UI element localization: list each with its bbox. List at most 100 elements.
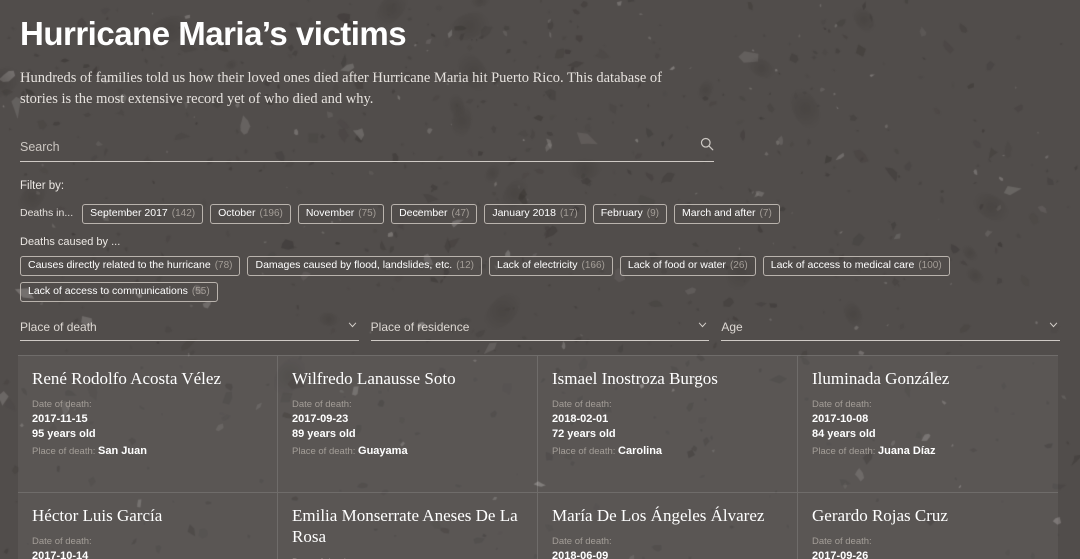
- date-of-death-value: 2018-02-01: [552, 412, 783, 427]
- victim-card[interactable]: Héctor Luis García Date of death: 2017-1…: [18, 493, 278, 559]
- chip-label: October: [218, 208, 255, 219]
- victim-card[interactable]: Wilfredo Lanausse Soto Date of death: 20…: [278, 356, 538, 493]
- deaths-in-label: Deaths in...: [20, 204, 75, 223]
- chip-count: (7): [760, 208, 772, 219]
- chip-september-2017[interactable]: September 2017 (142): [82, 204, 203, 224]
- victim-name: Héctor Luis García: [32, 505, 263, 526]
- filter-by-heading: Filter by:: [20, 180, 1060, 192]
- page-header: Hurricane Maria’s victims Hundreds of fa…: [0, 0, 1080, 110]
- place-of-death-label: Place of death:: [32, 446, 95, 457]
- place-of-death-label: Place of death:: [812, 446, 875, 457]
- select-place-of-residence[interactable]: Place of residence: [371, 320, 710, 341]
- chip-label: March and after: [682, 208, 756, 219]
- page-subtitle: Hundreds of families told us how their l…: [20, 68, 680, 110]
- chip-count: (55): [192, 286, 210, 297]
- place-of-death-row: Place of death: Carolina: [552, 443, 783, 460]
- chip-january-2018[interactable]: January 2018 (17): [484, 204, 585, 224]
- chip-november[interactable]: November (75): [298, 204, 384, 224]
- date-of-death-value: 2017-09-26: [812, 549, 1044, 559]
- place-of-death-row: Place of death: Guayama: [292, 443, 523, 460]
- month-filter-group: Deaths in... September 2017 (142) Octobe…: [20, 204, 1060, 224]
- select-value: Age: [721, 320, 1060, 334]
- chip-count: (17): [560, 208, 578, 219]
- chip-lack-of-electricity[interactable]: Lack of electricity (166): [489, 256, 613, 276]
- place-of-death-label: Place of death:: [292, 446, 355, 457]
- chip-count: (166): [582, 260, 605, 271]
- chip-count: (9): [647, 208, 659, 219]
- chip-label: Causes directly related to the hurricane: [28, 260, 211, 271]
- date-of-death-label: Date of death:: [812, 398, 1044, 412]
- place-of-death-label: Place of death:: [552, 446, 615, 457]
- chip-count: (12): [456, 260, 474, 271]
- chip-count: (78): [215, 260, 233, 271]
- chip-label: Lack of food or water: [628, 260, 726, 271]
- chevron-down-icon[interactable]: [348, 322, 357, 328]
- search-input[interactable]: [20, 140, 714, 154]
- date-of-death-value: 2018-06-09: [552, 549, 783, 559]
- chip-december[interactable]: December (47): [391, 204, 477, 224]
- select-value: Place of residence: [371, 320, 710, 334]
- date-of-death-label: Date of death:: [32, 398, 263, 412]
- victim-name: Iluminada González: [812, 368, 1044, 389]
- date-of-death-value: 2017-11-15: [32, 412, 263, 427]
- victim-card[interactable]: Ismael Inostroza Burgos Date of death: 2…: [538, 356, 798, 493]
- victim-card[interactable]: Gerardo Rojas Cruz Date of death: 2017-0…: [798, 493, 1058, 559]
- chip-count: (75): [358, 208, 376, 219]
- victim-card[interactable]: María De Los Ángeles Álvarez Date of dea…: [538, 493, 798, 559]
- place-of-death-row: Place of death: San Juan: [32, 443, 263, 460]
- chevron-down-icon[interactable]: [698, 322, 707, 328]
- date-of-death-label: Date of death:: [552, 398, 783, 412]
- select-age[interactable]: Age: [721, 320, 1060, 341]
- chip-label: Lack of access to communications: [28, 286, 188, 297]
- chip-count: (100): [918, 260, 941, 271]
- chip-causes-directly-related[interactable]: Causes directly related to the hurricane…: [20, 256, 240, 276]
- chip-lack-of-communications[interactable]: Lack of access to communications (55): [20, 282, 218, 302]
- date-of-death-value: 2017-10-08: [812, 412, 1044, 427]
- filters-section: Filter by: Deaths in... September 2017 (…: [20, 180, 1060, 302]
- chip-label: February: [601, 208, 643, 219]
- date-of-death-label: Date of death:: [552, 535, 783, 549]
- chip-october[interactable]: October (196): [210, 204, 291, 224]
- place-of-death-row: Place of death: Juana Díaz: [812, 443, 1044, 460]
- chip-count: (142): [172, 208, 195, 219]
- chip-count: (26): [730, 260, 748, 271]
- date-of-death-label: Date of death:: [32, 535, 263, 549]
- page-title: Hurricane Maria’s victims: [20, 14, 1060, 54]
- chip-damages-flood-landslides[interactable]: Damages caused by flood, landslides, etc…: [247, 256, 482, 276]
- chip-label: Lack of access to medical care: [771, 260, 915, 271]
- select-row: Place of death Place of residence Age: [20, 320, 1060, 341]
- chip-label: November: [306, 208, 354, 219]
- chip-lack-of-food-or-water[interactable]: Lack of food or water (26): [620, 256, 756, 276]
- deaths-caused-by-label: Deaths caused by ...: [20, 236, 1060, 248]
- victim-card[interactable]: René Rodolfo Acosta Vélez Date of death:…: [18, 356, 278, 493]
- chip-lack-of-medical-care[interactable]: Lack of access to medical care (100): [763, 256, 950, 276]
- victim-name: René Rodolfo Acosta Vélez: [32, 368, 263, 389]
- victim-name: Gerardo Rojas Cruz: [812, 505, 1044, 526]
- chip-march-and-after[interactable]: March and after (7): [674, 204, 780, 224]
- date-of-death-label: Date of death:: [292, 398, 523, 412]
- chip-label: January 2018: [492, 208, 556, 219]
- chevron-down-icon[interactable]: [1049, 322, 1058, 328]
- place-of-death-value: San Juan: [98, 445, 147, 457]
- place-of-death-value: Carolina: [618, 445, 662, 457]
- cause-filter-group: Causes directly related to the hurricane…: [20, 256, 1060, 302]
- chip-label: Damages caused by flood, landslides, etc…: [255, 260, 452, 271]
- victim-name: Emilia Monserrate Aneses De La Rosa: [292, 505, 523, 547]
- chip-label: Lack of electricity: [497, 260, 578, 271]
- victim-card[interactable]: Iluminada González Date of death: 2017-1…: [798, 356, 1058, 493]
- place-of-death-value: Guayama: [358, 445, 408, 457]
- chip-count: (196): [259, 208, 282, 219]
- age-value: 84 years old: [812, 427, 1044, 442]
- chip-count: (47): [452, 208, 470, 219]
- date-of-death-value: 2017-10-14: [32, 549, 263, 559]
- select-place-of-death[interactable]: Place of death: [20, 320, 359, 341]
- age-value: 72 years old: [552, 427, 783, 442]
- victim-card[interactable]: Emilia Monserrate Aneses De La Rosa Date…: [278, 493, 538, 559]
- page-root: Hurricane Maria’s victims Hundreds of fa…: [0, 0, 1080, 559]
- age-value: 95 years old: [32, 427, 263, 442]
- chip-february[interactable]: February (9): [593, 204, 667, 224]
- victim-name: María De Los Ángeles Álvarez: [552, 505, 783, 526]
- victims-grid: René Rodolfo Acosta Vélez Date of death:…: [18, 355, 1058, 559]
- search-field[interactable]: [20, 138, 714, 162]
- search-icon[interactable]: [700, 137, 714, 151]
